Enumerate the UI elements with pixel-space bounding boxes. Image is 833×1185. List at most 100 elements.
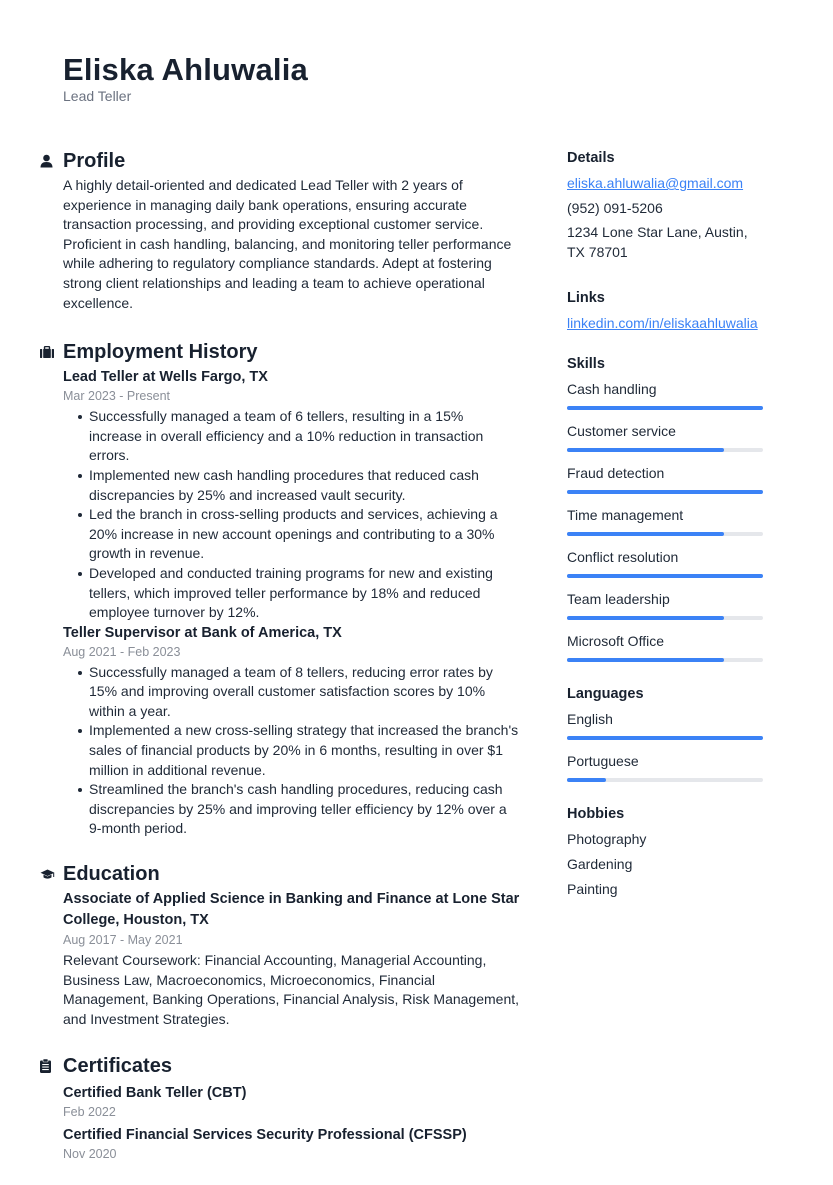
section-title: Employment History [63,340,258,363]
skill-item-level-bar [567,405,763,410]
section-title: Education [63,862,160,885]
employment-section: Employment History Lead Teller at Wells … [40,337,520,839]
job-dates: Mar 2023 - Present [63,389,170,404]
language-item: Portuguese [567,752,763,782]
links-section: Links linkedin.com/in/eliskaahluwalia [567,288,763,334]
certificates-section: Certificates Certified Bank Teller (CBT)… [40,1051,520,1163]
employment-heading: Employment History [40,337,520,367]
job-title: Teller Supervisor at Bank of America, TX [63,624,342,641]
profile-section: Profile A highly detail-oriented and ded… [40,146,520,313]
job-bullet: Implemented new cash handling procedures… [76,466,520,505]
language-item-level-fill [567,777,607,782]
details-title: Details [567,150,615,166]
language-item-level-fill [567,735,763,740]
certificate-title: Certified Financial Services Security Pr… [63,1127,467,1144]
education-entry: Associate of Applied Science in Banking … [63,889,520,1029]
job-bullet: Implemented a new cross-selling strategy… [76,721,520,780]
language-item: English [567,710,763,740]
skill-item-level-fill [567,489,763,494]
main-column: Profile A highly detail-oriented and ded… [40,146,520,1185]
linkedin-link[interactable]: linkedin.com/in/eliskaahluwalia [567,314,763,334]
skill-item: Microsoft Office [567,632,763,662]
skill-item-label: Conflict resolution [567,548,679,565]
links-title: Links [567,290,605,306]
candidate-job-title: Lead Teller [63,88,132,104]
certificate-entry: Certified Bank Teller (CBT) Feb 2022 [63,1083,520,1121]
hobby-item: Gardening [567,855,633,872]
hobbies-title: Hobbies [567,805,625,822]
job-bullet: Successfully managed a team of 8 tellers… [76,663,520,722]
language-item-level-bar [567,777,763,782]
skills-section: Skills Cash handling Customer service Frau… [567,354,763,662]
certificate-title: Certified Bank Teller (CBT) [63,1085,247,1102]
hobbies-section: Hobbies Photography Gardening Painting [567,804,763,899]
skill-item-level-fill [567,573,763,578]
education-heading: Education [40,859,520,889]
skill-item-label: Cash handling [567,380,657,397]
skill-item-level-fill [567,657,724,662]
section-title: Certificates [63,1054,172,1077]
language-item-label: English [567,710,613,727]
skill-item-level-fill [567,447,724,452]
hobby-item: Photography [567,830,647,847]
resume-header: Eliska Ahluwalia Lead Teller [63,52,308,105]
language-item-level-bar [567,735,763,740]
skill-item-label: Microsoft Office [567,632,664,649]
skill-item-level-fill [567,615,724,620]
skill-item: Conflict resolution [567,548,763,578]
certificate-date: Nov 2020 [63,1147,117,1162]
job-entry: Lead Teller at Wells Fargo, TX Mar 2023 … [63,367,520,623]
skill-item: Customer service [567,422,763,452]
certificates-heading: Certificates [40,1051,520,1081]
skill-item: Time management [567,506,763,536]
person-icon [40,154,63,168]
skill-item: Cash handling [567,380,763,410]
details-section: Details eliska.ahluwalia@gmail.com (952)… [567,148,763,262]
phone-number: (952) 091-5206 [567,199,663,216]
job-bullet: Successfully managed a team of 6 tellers… [76,407,520,466]
languages-section: Languages English Portuguese [567,684,763,782]
skill-item-level-bar [567,531,763,536]
candidate-name: Eliska Ahluwalia [63,52,308,87]
clipboard-icon [40,1059,63,1074]
education-dates: Aug 2017 - May 2021 [63,933,183,948]
job-bullets: Successfully managed a team of 8 tellers… [63,663,520,839]
skill-item-level-bar [567,615,763,620]
profile-heading: Profile [40,146,520,176]
education-section: Education Associate of Applied Science i… [40,859,520,1029]
job-bullet: Streamlined the branch's cash handling p… [76,780,520,839]
skill-item: Team leadership [567,590,763,620]
email-link[interactable]: eliska.ahluwalia@gmail.com [567,174,763,194]
certificate-date: Feb 2022 [63,1105,116,1120]
job-entry: Teller Supervisor at Bank of America, TX… [63,623,520,839]
language-item-label: Portuguese [567,752,639,769]
skill-item-level-fill [567,405,763,410]
languages-title: Languages [567,685,644,702]
skill-item-label: Team leadership [567,590,670,607]
job-title: Lead Teller at Wells Fargo, TX [63,369,268,386]
briefcase-icon [40,346,63,359]
certificate-entry: Certified Financial Services Security Pr… [63,1125,520,1163]
degree-title: Associate of Applied Science in Banking … [63,891,520,929]
job-bullet: Led the branch in cross-selling products… [76,505,520,564]
skill-item-label: Time management [567,506,684,523]
sidebar: Details eliska.ahluwalia@gmail.com (952)… [567,148,763,923]
skill-item-label: Fraud detection [567,464,665,481]
job-bullet: Developed and conducted training program… [76,564,520,623]
skill-item-level-fill [567,531,724,536]
address: 1234 Lone Star Lane, Austin, TX 78701 [567,224,748,260]
skill-item-level-bar [567,489,763,494]
skills-list: Cash handling Customer service Fraud detec… [567,380,763,662]
profile-summary: A highly detail-oriented and dedicated L… [63,177,512,311]
job-dates: Aug 2021 - Feb 2023 [63,644,181,659]
skill-item-level-bar [567,657,763,662]
job-bullets: Successfully managed a team of 6 tellers… [63,407,520,623]
skill-item: Fraud detection [567,464,763,494]
languages-list: English Portuguese [567,710,763,782]
skill-item-label: Customer service [567,422,676,439]
skill-item-level-bar [567,447,763,452]
skill-item-level-bar [567,573,763,578]
hobby-item: Painting [567,880,618,897]
education-description: Relevant Coursework: Financial Accountin… [63,952,520,1027]
skills-title: Skills [567,355,605,372]
